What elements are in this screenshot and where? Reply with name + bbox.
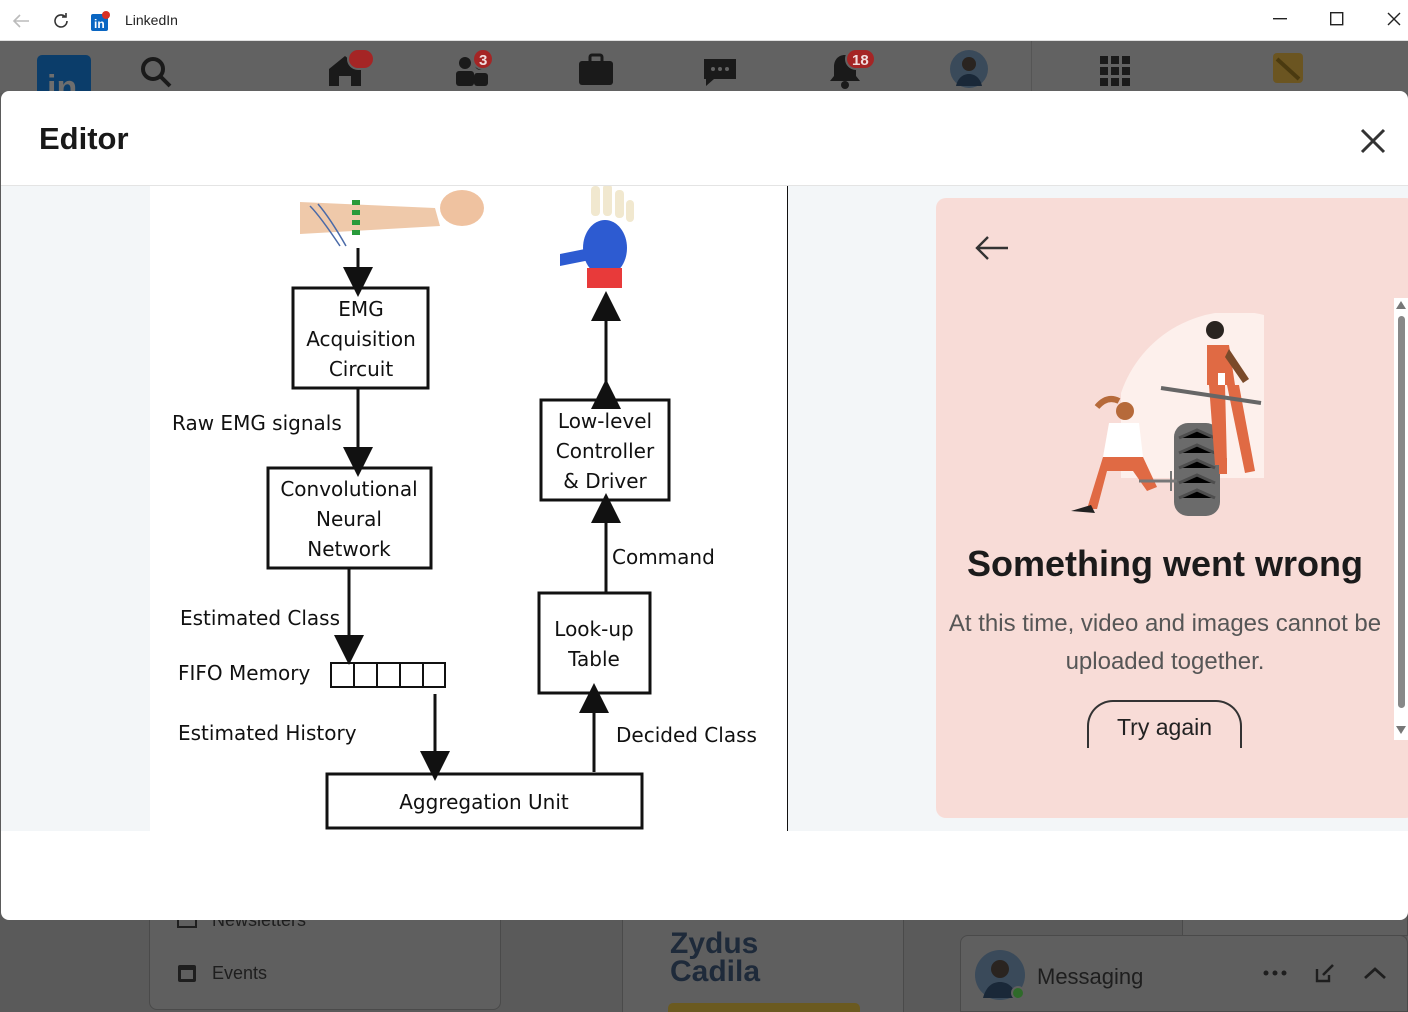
error-message-line-2: uploaded together.: [1065, 648, 1265, 675]
image-preview: EMG Acquisition Circuit Raw EMG signals …: [150, 184, 788, 831]
sidebar-item-events[interactable]: Events: [212, 963, 267, 984]
messaging-bar[interactable]: Messaging: [960, 935, 1408, 1012]
linkedin-icon: in: [91, 11, 110, 31]
linkedin-logo[interactable]: in: [37, 55, 91, 95]
label-emg-2: Acquisition: [306, 327, 416, 351]
home-badge: [347, 48, 375, 70]
linkedin-nav: in 3 18: [0, 41, 1408, 95]
close-icon[interactable]: [1353, 121, 1393, 161]
error-panel: Something went wrong At this time, video…: [936, 198, 1408, 818]
modal-header: Editor: [1, 91, 1408, 186]
back-arrow-icon[interactable]: [12, 13, 30, 29]
label-emg-3: Circuit: [329, 357, 394, 381]
more-options-icon[interactable]: [1263, 970, 1287, 976]
label-decided-class: Decided Class: [616, 723, 757, 747]
modal-title: Editor: [39, 121, 129, 156]
error-title: Something went wrong: [967, 543, 1363, 584]
label-emg-1: EMG: [338, 297, 383, 321]
ad-card: [622, 910, 904, 1012]
label-cnn-1: Convolutional: [280, 477, 417, 501]
svg-text:in: in: [94, 17, 105, 31]
refresh-icon[interactable]: [52, 12, 70, 30]
chevron-up-icon[interactable]: [1363, 966, 1387, 980]
minimize-icon[interactable]: [1273, 18, 1287, 20]
label-cnn-3: Network: [307, 537, 391, 561]
fifo-cells: [330, 662, 446, 688]
label-estimated-history: Estimated History: [178, 721, 357, 745]
editor-body: EMG Acquisition Circuit Raw EMG signals …: [1, 184, 1408, 831]
search-icon[interactable]: [137, 53, 177, 93]
messaging-icon[interactable]: [700, 51, 740, 91]
nav-divider: [1031, 41, 1032, 93]
label-controller-2: Controller: [556, 439, 655, 463]
events-icon: [178, 965, 196, 982]
arm-image: [300, 190, 484, 247]
label-fifo: FIFO Memory: [178, 661, 311, 685]
close-icon[interactable]: [1387, 12, 1401, 26]
ad-brand-logo: Zydus Cadila: [670, 927, 761, 988]
error-message: At this time, video and images cannot be…: [936, 605, 1394, 681]
robotic-hand-image: [560, 184, 634, 288]
jobs-icon[interactable]: [576, 51, 616, 91]
try-again-button[interactable]: Try again: [1087, 700, 1242, 748]
maximize-icon[interactable]: [1330, 12, 1344, 26]
label-cnn-2: Neural: [316, 507, 382, 531]
messaging-label: Messaging: [1037, 964, 1144, 989]
label-command: Command: [612, 545, 715, 569]
label-raw-emg: Raw EMG signals: [172, 411, 342, 435]
scroll-down-icon[interactable]: [1396, 726, 1406, 734]
messaging-avatar: [975, 950, 1025, 1000]
scroll-thumb[interactable]: [1398, 316, 1405, 708]
scroll-up-icon[interactable]: [1396, 301, 1406, 309]
compose-icon[interactable]: [1313, 961, 1337, 985]
error-illustration: [1071, 313, 1264, 516]
block-diagram: EMG Acquisition Circuit Raw EMG signals …: [172, 184, 757, 830]
error-message-line-1: At this time, video and images cannot be: [948, 610, 1382, 637]
window-titlebar: in LinkedIn: [0, 0, 1408, 41]
arrow-left-icon[interactable]: [972, 228, 1012, 268]
notifications-badge: 18: [845, 48, 876, 70]
label-controller-1: Low-level: [558, 409, 652, 433]
scrollbar[interactable]: [1394, 298, 1408, 740]
editor-modal: Editor EMG Acquisition Circuit Raw EMG s…: [1, 91, 1408, 920]
ad-cta-strip: [668, 1003, 860, 1012]
apps-grid-icon[interactable]: [1095, 51, 1135, 91]
window-title: LinkedIn: [125, 12, 178, 28]
avatar[interactable]: [950, 50, 988, 88]
label-aggregation: Aggregation Unit: [399, 790, 569, 814]
premium-icon[interactable]: [1271, 51, 1305, 85]
label-lookup-2: Table: [567, 647, 620, 671]
label-lookup-1: Look-up: [554, 617, 633, 641]
label-estimated-class: Estimated Class: [180, 606, 340, 630]
sidebar-card: [149, 910, 501, 1010]
label-controller-3: & Driver: [563, 469, 647, 493]
